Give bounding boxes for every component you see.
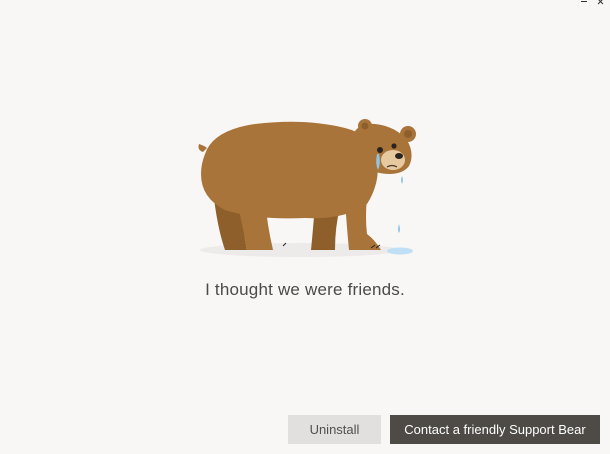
crying-bear-illustration	[195, 112, 425, 262]
farewell-message: I thought we were friends.	[205, 280, 405, 299]
bear-icon	[198, 119, 416, 257]
minimize-icon[interactable]	[574, 0, 592, 6]
contact-support-button[interactable]: Contact a friendly Support Bear	[390, 415, 600, 444]
close-icon[interactable]	[592, 0, 610, 6]
uninstall-button[interactable]: Uninstall	[288, 415, 381, 444]
window-controls	[574, 0, 610, 6]
uninstall-window: I thought we were friends. Uninstall Con…	[0, 0, 610, 454]
